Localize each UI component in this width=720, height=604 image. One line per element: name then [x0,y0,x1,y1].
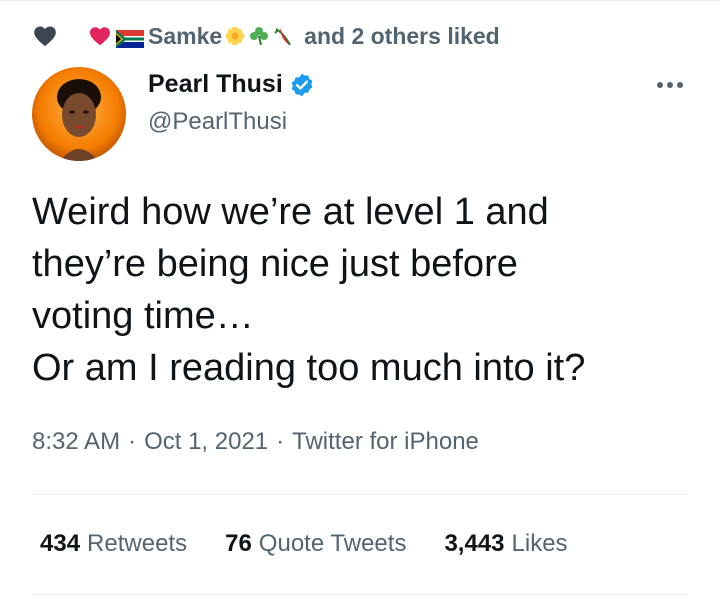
retweets-stat[interactable]: 434 Retweets [40,530,187,558]
tweet-text: Weird how we’re at level 1 and they’re b… [32,191,586,389]
liker-name[interactable]: Samke [148,23,222,50]
meta-separator: · [276,428,285,455]
likes-count: 3,443 [444,530,505,557]
tweet-source[interactable]: Twitter for iPhone [292,428,479,456]
flower-icon [224,25,246,47]
top-border [0,0,720,1]
author-name-text[interactable]: Pearl Thusi [148,70,283,99]
avatar[interactable] [32,67,126,161]
likes-stat[interactable]: 3,443 Likes [444,530,567,558]
author-handle[interactable]: @PearlThusi [148,108,287,136]
tweet-date[interactable]: Oct 1, 2021 [144,428,268,456]
likes-label: Likes [511,530,568,557]
quote-tweets-stat[interactable]: 76 Quote Tweets [225,530,406,558]
liker-info[interactable]: Samke and 2 others liked [88,23,500,50]
south-africa-flag-icon [116,27,144,48]
clover-icon [248,25,270,47]
more-options-icon[interactable] [655,78,685,90]
tweet-time[interactable]: 8:32 AM [32,428,120,456]
retweets-label: Retweets [87,530,188,557]
others-liked-text[interactable]: and 2 others liked [304,23,500,50]
verified-badge-icon [289,72,315,98]
divider [32,494,688,495]
tweet-stats: 434 Retweets 76 Quote Tweets 3,443 Likes [40,530,606,558]
retweets-count: 434 [40,530,81,557]
chili-icon [272,25,294,47]
red-heart-icon [88,24,112,48]
divider [32,594,688,595]
quote-tweets-label: Quote Tweets [258,530,407,557]
author-name[interactable]: Pearl Thusi [148,70,315,99]
heart-icon [32,23,58,49]
quote-tweets-count: 76 [225,530,252,557]
meta-separator: · [128,428,137,455]
tweet-meta: 8:32 AM · Oct 1, 2021 · Twitter for iPho… [32,428,479,456]
social-context[interactable]: Samke and 2 others liked [32,18,500,54]
